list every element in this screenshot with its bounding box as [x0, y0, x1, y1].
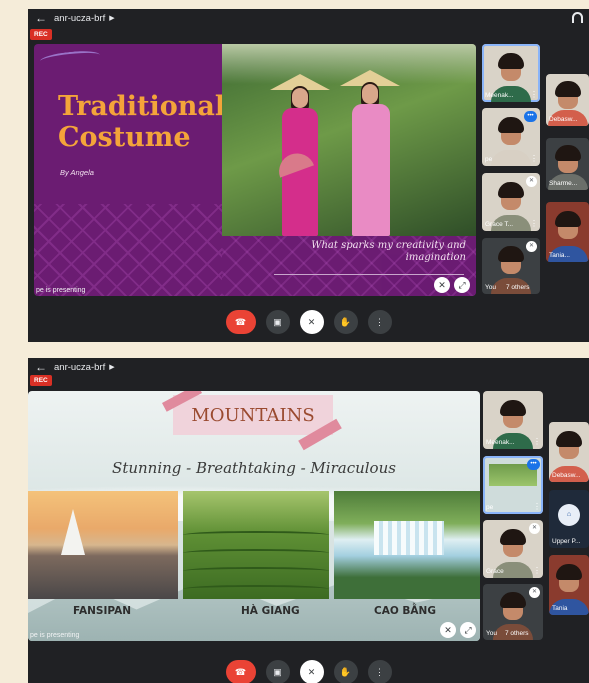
participant-name: Tania	[552, 605, 568, 612]
speaking-icon: •••	[524, 111, 537, 122]
more-vertical-icon[interactable]: ⋮	[367, 310, 392, 334]
participant-name: Meenak...	[486, 439, 515, 446]
participant-tile[interactable]: ⌂ Upper P...	[549, 490, 589, 548]
participant-tile[interactable]: ••• pe ⋮	[482, 108, 540, 166]
call-controls: ☎ ▣ ✕ ✋ ⋮	[28, 310, 589, 334]
headset-icon[interactable]	[572, 12, 583, 23]
meeting-code[interactable]: anr-ucza-brf	[54, 13, 105, 24]
slide-title: MOUNTAINS	[191, 405, 315, 426]
participant-tile[interactable]: Meenak... ⋮	[482, 44, 540, 102]
chevron-right-icon[interactable]: ▶	[109, 14, 114, 22]
mic-off-icon: ✕	[529, 523, 540, 534]
mic-off-icon[interactable]: ✕	[440, 622, 456, 638]
cao-bang-photo	[334, 491, 480, 599]
ao-dai-photo	[222, 44, 476, 236]
ha-giang-photo	[183, 491, 329, 599]
participant-name: pe	[485, 156, 493, 163]
speaking-icon: •••	[527, 459, 540, 470]
participant-tile[interactable]: Debasw...	[549, 422, 589, 482]
presenting-label: pe is presenting	[36, 287, 86, 294]
more-vertical-icon[interactable]: ⋮	[530, 220, 538, 228]
caption-fansipan: FANSIPAN	[73, 605, 131, 617]
camera-icon[interactable]: ▣	[265, 660, 290, 683]
decorative-pattern	[34, 204, 222, 296]
more-vertical-icon[interactable]: ⋮	[533, 438, 541, 446]
more-vertical-icon[interactable]: ⋮	[367, 660, 392, 683]
camera-icon[interactable]: ▣	[265, 310, 290, 334]
participant-name: Sharme...	[549, 180, 578, 187]
others-label[interactable]: 7 others	[506, 284, 530, 291]
raise-hand-icon[interactable]: ✋	[333, 660, 358, 683]
participant-tile[interactable]: Sharme...	[546, 138, 589, 190]
school-logo-icon: ⌂	[558, 504, 580, 526]
more-vertical-icon[interactable]: ⋮	[530, 91, 538, 99]
meeting-code[interactable]: anr-ucza-brf	[54, 362, 105, 373]
presentation-stage: MOUNTAINS Stunning - Breathtaking - Mira…	[28, 391, 480, 641]
mic-off-icon[interactable]: ✕	[299, 660, 324, 683]
self-label: You	[486, 630, 497, 637]
slide-subtitle: Stunning - Breathtaking - Miraculous	[112, 459, 396, 477]
raise-hand-icon[interactable]: ✋	[333, 310, 358, 334]
slide-byline: By Angela	[60, 168, 94, 177]
participant-name: Debasw...	[549, 116, 578, 123]
participant-name: Meenak...	[485, 92, 514, 99]
presenting-label: pe is presenting	[30, 632, 80, 639]
self-tile[interactable]: ✕ You 7 others	[482, 238, 540, 294]
mic-off-icon[interactable]: ✕	[434, 277, 450, 293]
meet-window-2: ← anr-ucza-brf ▶ REC MOUNTAINS Stunning …	[28, 358, 589, 683]
fullscreen-icon[interactable]: ⤢	[454, 277, 470, 293]
participant-name: pe	[486, 504, 494, 511]
more-vertical-icon[interactable]: ⋮	[530, 155, 538, 163]
participant-tile[interactable]: Meenak... ⋮	[483, 391, 543, 449]
participant-tile[interactable]: ✕ Grace T... ⋮	[482, 173, 540, 231]
top-bar: ← anr-ucza-brf ▶	[28, 358, 589, 376]
more-vertical-icon[interactable]: ⋮	[533, 567, 541, 575]
chevron-right-icon[interactable]: ▶	[109, 363, 114, 371]
participant-name: Debasw...	[552, 472, 581, 479]
participant-tile[interactable]: ••• pe ⋮	[483, 456, 543, 514]
phone-hangup-icon[interactable]: ☎	[225, 660, 256, 683]
mic-off-icon: ✕	[526, 176, 537, 187]
more-vertical-icon[interactable]: ⋮	[533, 503, 541, 511]
mic-off-icon[interactable]: ✕	[299, 310, 324, 334]
arrow-left-icon[interactable]: ←	[28, 11, 54, 25]
decorative-squiggle	[39, 48, 101, 68]
caption-cao-bang: CAO BẰNG	[374, 605, 436, 617]
divider-line	[274, 274, 464, 275]
arrow-left-icon[interactable]: ←	[28, 360, 54, 374]
top-bar: ← anr-ucza-brf ▶	[28, 9, 589, 27]
fansipan-photo	[28, 491, 178, 599]
mic-off-icon: ✕	[526, 241, 537, 252]
rec-badge: REC	[30, 29, 52, 40]
participant-name: Upper P...	[552, 538, 581, 545]
participant-name: Grace	[486, 568, 504, 575]
phone-hangup-icon[interactable]: ☎	[225, 310, 256, 334]
presentation-stage: Traditional Costume By Angela What spark…	[34, 44, 476, 296]
self-label: You	[485, 284, 496, 291]
participant-tile[interactable]: Tania	[549, 555, 589, 615]
participant-tile[interactable]: Tania...	[546, 202, 589, 262]
others-label[interactable]: 7 others	[505, 630, 529, 637]
fullscreen-icon[interactable]: ⤢	[460, 622, 476, 638]
rec-badge: REC	[30, 375, 52, 386]
meet-window-1: ← anr-ucza-brf ▶ REC Traditional Costume…	[28, 9, 589, 342]
participant-tile[interactable]: Debasw...	[546, 74, 589, 126]
participant-name: Tania...	[549, 252, 570, 259]
self-tile[interactable]: ✕ You 7 others	[483, 584, 543, 640]
caption-ha-giang: HÀ GIANG	[241, 605, 300, 617]
participant-name: Grace T...	[485, 221, 514, 228]
mic-off-icon: ✕	[529, 587, 540, 598]
call-controls: ☎ ▣ ✕ ✋ ⋮	[28, 660, 589, 683]
slide-quote: What sparks my creativity and imaginatio…	[311, 240, 466, 263]
participant-tile[interactable]: ✕ Grace ⋮	[483, 520, 543, 578]
slide-title: Traditional Costume	[58, 91, 226, 153]
